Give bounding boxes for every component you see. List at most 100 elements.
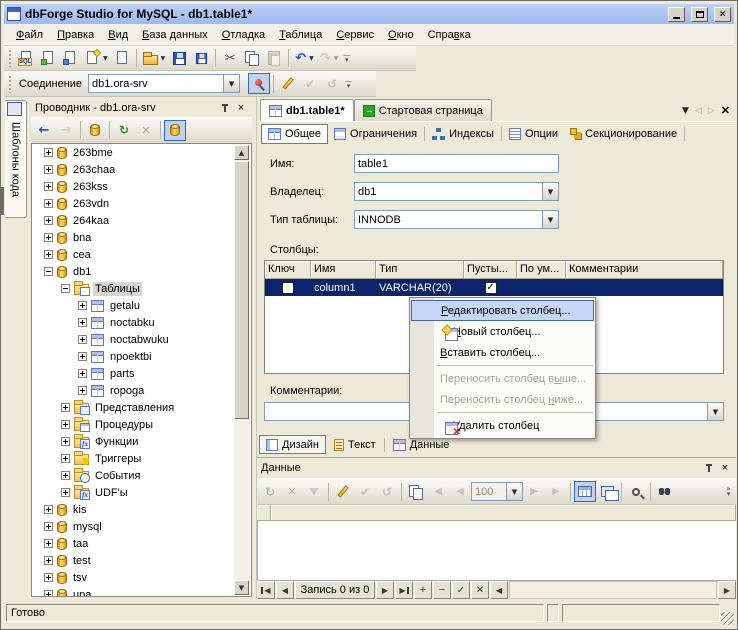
tree-item[interactable]: taa (32, 535, 251, 552)
toolbar-overflow-button[interactable]: » ▾ (723, 481, 734, 502)
new-connection-button[interactable] (84, 120, 106, 141)
insert-record-button[interactable]: + (414, 581, 432, 599)
tree-expander-icon[interactable] (44, 233, 53, 242)
column-header-default[interactable]: По ум... (517, 261, 566, 279)
card-view-button[interactable] (596, 481, 619, 502)
find-data-button[interactable] (654, 481, 676, 502)
close-button[interactable]: × (714, 6, 731, 22)
toolbar-overflow-button[interactable]: — ▾ (343, 73, 354, 94)
tree-expander-icon[interactable] (78, 318, 87, 327)
tree-expander-icon[interactable] (78, 369, 87, 378)
menu-item[interactable]: Сервис (329, 26, 381, 44)
tree-item[interactable]: upa (32, 586, 251, 596)
first-record-button[interactable]: ◀ (257, 581, 275, 599)
tree-item[interactable]: Процедуры (32, 416, 251, 433)
cell-comments[interactable] (566, 279, 723, 296)
new-sql-button[interactable]: SQL (15, 48, 37, 69)
tree-expander-icon[interactable] (44, 267, 53, 276)
previous-record-button[interactable]: ◀ (276, 581, 294, 599)
tree-item[interactable]: kis (32, 501, 251, 518)
new-column-menu-item[interactable]: Новый столбец... (410, 321, 595, 342)
refresh-button[interactable]: ↻ (113, 120, 135, 141)
explorer-close-button[interactable]: × (234, 101, 248, 115)
tree-expander-icon[interactable] (61, 420, 70, 429)
tree-expander-icon[interactable] (44, 573, 53, 582)
pin-connection-button[interactable] (248, 73, 271, 94)
scroll-right-button[interactable]: ▶ (718, 581, 736, 599)
tree-item[interactable]: getalu (32, 297, 251, 314)
auto-hide-pin-button[interactable] (702, 461, 716, 475)
edit-column-menu-item[interactable]: Редактировать столбец... (411, 300, 594, 321)
menu-item[interactable]: База данных (135, 26, 215, 44)
new-query-button[interactable] (37, 48, 59, 69)
tree-expander-icon[interactable] (61, 284, 70, 293)
tree-expander-icon[interactable] (61, 471, 70, 480)
copy-button[interactable] (241, 48, 263, 69)
column-header-name[interactable]: Имя (311, 261, 376, 279)
tree-expander-icon[interactable] (61, 437, 70, 446)
tree-item[interactable]: 263vdn (32, 195, 251, 212)
column-header-type[interactable]: Тип (376, 261, 464, 279)
tab-options[interactable]: Опции (503, 124, 564, 144)
grid-view-toggle[interactable] (574, 481, 596, 502)
tree-item[interactable]: test (32, 552, 251, 569)
tree-expander-icon[interactable] (44, 250, 53, 259)
tree-item[interactable]: Функции (32, 433, 251, 450)
key-checkbox[interactable] (282, 281, 294, 294)
delete-column-menu-item[interactable]: Удалить столбец (410, 415, 595, 438)
menu-item[interactable]: Файл (9, 26, 50, 44)
tree-item[interactable]: 264kaa (32, 212, 251, 229)
tree-expander-icon[interactable] (78, 386, 87, 395)
tree-expander-icon[interactable] (44, 199, 53, 208)
new-document-button[interactable] (111, 48, 133, 69)
tree-expander-icon[interactable] (61, 454, 70, 463)
menu-item[interactable]: Отладка (215, 26, 273, 44)
tab-constraints[interactable]: Ограничения (328, 124, 423, 144)
scrollbar-thumb[interactable] (234, 161, 249, 419)
tree-expander-icon[interactable] (44, 182, 53, 191)
save-button[interactable] (168, 48, 190, 69)
tree-expander-icon[interactable] (78, 301, 87, 310)
menu-item[interactable]: Правка (50, 26, 101, 44)
search-button[interactable] (625, 481, 647, 502)
tree-expander-icon[interactable] (78, 352, 87, 361)
tree-scrollbar[interactable]: ▲ ▼ (234, 145, 250, 595)
insert-column-menu-item[interactable]: Вставить столбец... (410, 342, 595, 363)
cut-button[interactable]: ✂ (219, 48, 241, 69)
menu-item[interactable]: Окно (381, 26, 421, 44)
tree-expander-icon[interactable] (61, 403, 70, 412)
tree-item[interactable]: UDF'ы (32, 484, 251, 501)
tree-item[interactable]: tsv (32, 569, 251, 586)
tab-list-dropdown-button[interactable]: ▼ (682, 106, 689, 116)
data-grid-body[interactable] (257, 521, 736, 580)
tree-expander-icon[interactable] (78, 335, 87, 344)
tab-partitioning[interactable]: Секционирование (564, 124, 683, 144)
tree-expander-icon[interactable] (44, 556, 53, 565)
tree-item[interactable]: 263kss (32, 178, 251, 195)
back-button[interactable]: ← (33, 120, 55, 141)
column-header-key[interactable]: Ключ (265, 261, 311, 279)
code-templates-tab[interactable]: Шаблоны кода (5, 100, 27, 218)
grid-row-selected[interactable]: column1 VARCHAR(20) ✓ (265, 279, 723, 296)
menu-item[interactable]: Справка (421, 26, 478, 44)
open-button[interactable]: ▼ (140, 48, 169, 69)
tree-item[interactable]: Таблицы (32, 280, 251, 297)
nullable-checkbox[interactable]: ✓ (484, 281, 497, 294)
tree-item[interactable]: Представления (32, 399, 251, 416)
owner-combobox[interactable]: db1 ▼ (354, 182, 559, 201)
resize-grip[interactable] (721, 612, 734, 625)
tab-indexes[interactable]: Индексы (426, 124, 500, 144)
auto-hide-pin-button[interactable] (218, 101, 232, 115)
close-document-button[interactable]: ✕ (721, 104, 730, 117)
tree-expander-icon[interactable] (44, 165, 53, 174)
tree-item[interactable]: 263chaa (32, 161, 251, 178)
tab-design[interactable]: Дизайн (259, 435, 326, 454)
undo-button[interactable]: ↶ ▼ (292, 48, 317, 69)
tree-item[interactable]: noctabku (32, 314, 251, 331)
menu-item[interactable]: Таблица (272, 26, 329, 44)
tree-item[interactable]: mysql (32, 518, 251, 535)
cell-column-type[interactable]: VARCHAR(20) (376, 279, 464, 296)
new-script-button[interactable] (59, 48, 81, 69)
edit-data-button[interactable] (332, 481, 354, 502)
cancel-edit-button[interactable]: ✕ (471, 581, 489, 599)
